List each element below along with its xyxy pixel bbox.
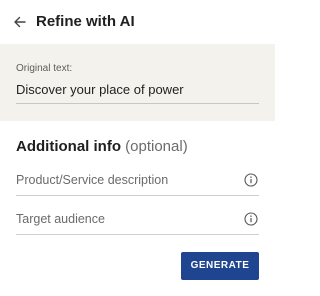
product-description-field — [16, 166, 259, 196]
original-text-label: Original text: — [16, 63, 73, 74]
arrow-left-icon — [9, 11, 31, 33]
info-circle-icon[interactable] — [244, 173, 258, 187]
additional-info-heading: Additional info (optional) — [16, 137, 188, 157]
original-text-value: Discover your place of power — [16, 82, 184, 97]
product-description-input[interactable] — [16, 166, 236, 194]
back-button[interactable] — [9, 11, 31, 33]
field-underline — [16, 195, 259, 196]
original-text-divider — [16, 103, 259, 104]
optional-label: (optional) — [125, 138, 188, 155]
generate-button[interactable]: GENERATE — [181, 252, 259, 280]
info-circle-icon[interactable] — [244, 212, 258, 226]
panel-header: Refine with AI — [0, 0, 275, 44]
target-audience-input[interactable] — [16, 205, 236, 233]
additional-info-title: Additional info — [16, 138, 121, 155]
original-text-panel: Original text: Discover your place of po… — [0, 44, 275, 121]
target-audience-field — [16, 205, 259, 235]
panel-title: Refine with AI — [36, 13, 135, 30]
field-underline — [16, 234, 259, 235]
